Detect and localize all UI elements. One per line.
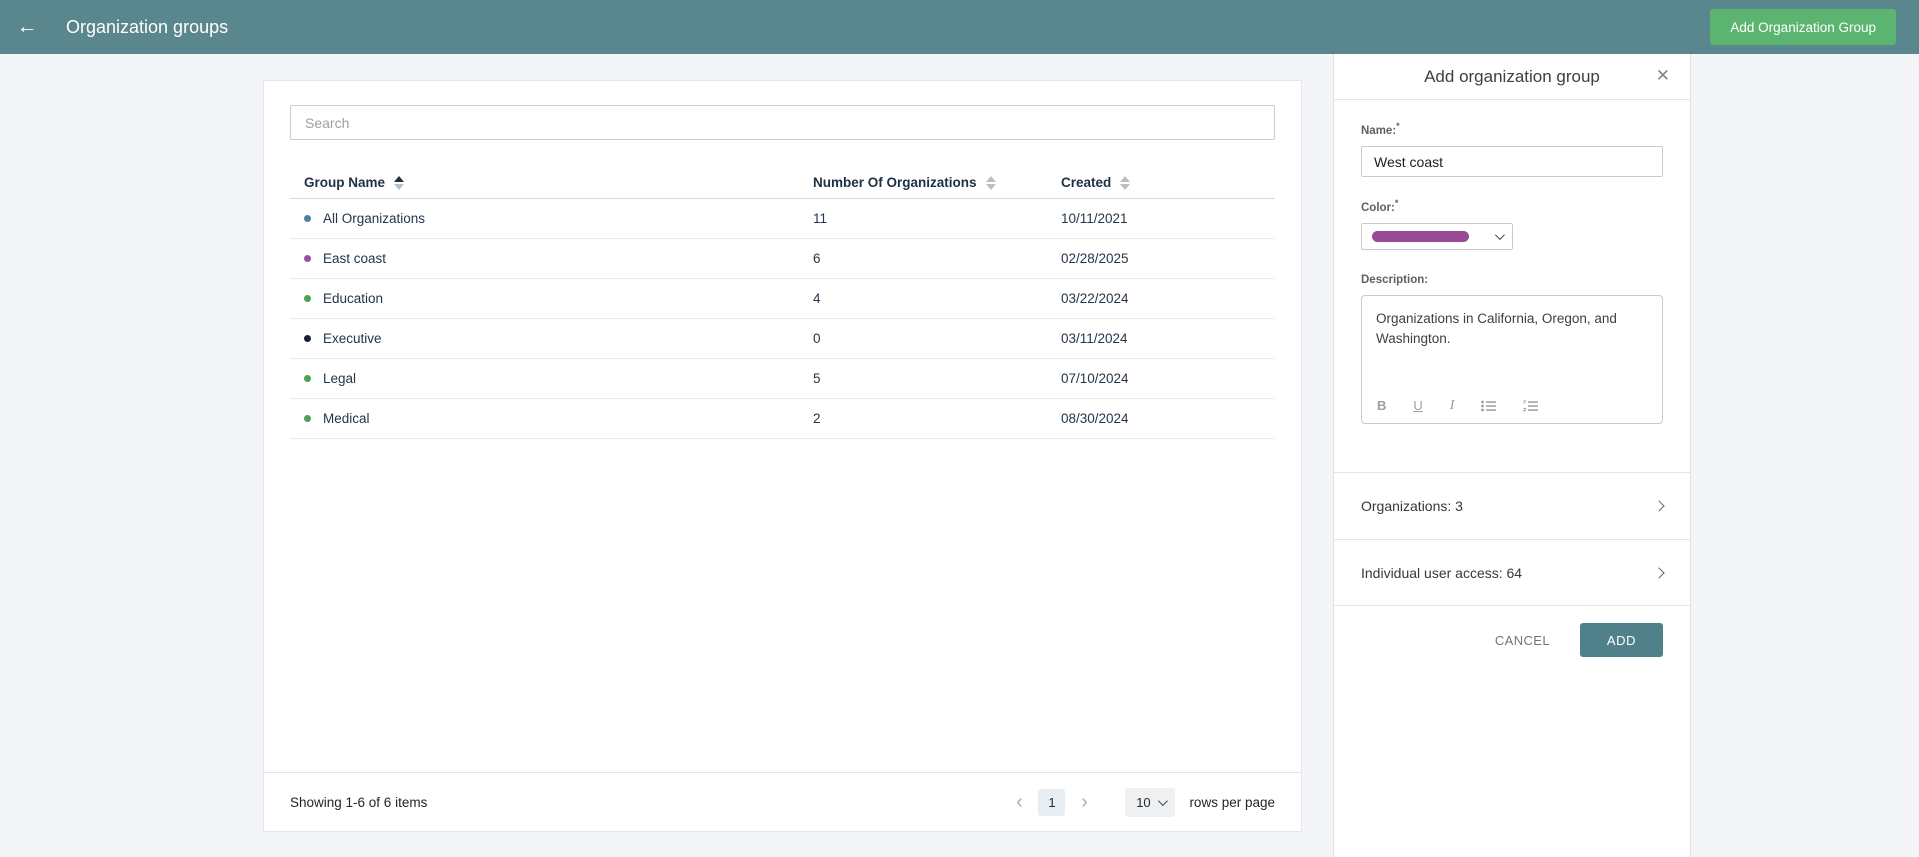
created-cell: 10/11/2021: [1047, 211, 1277, 226]
table-row[interactable]: Medical 2 08/30/2024: [290, 399, 1275, 439]
sort-icon: [1120, 176, 1130, 190]
color-dropdown[interactable]: [1361, 223, 1513, 250]
org-count-cell: 2: [799, 411, 1047, 426]
color-label: Color:*: [1361, 202, 1398, 214]
org-count-cell: 4: [799, 291, 1047, 306]
sort-ascending-icon: [394, 176, 404, 190]
previous-page-icon[interactable]: ‹: [1006, 789, 1032, 815]
column-label: Group Name: [304, 175, 385, 190]
description-text[interactable]: Organizations in California, Oregon, and…: [1376, 309, 1648, 349]
organization-groups-page: ← Organization groups Add Organization G…: [0, 0, 1919, 857]
next-page-icon[interactable]: ›: [1071, 789, 1097, 815]
organization-groups-table: Group Name Number Of Organizations Creat…: [290, 167, 1275, 439]
chevron-right-icon: [1653, 567, 1664, 578]
rows-per-page-select[interactable]: 10: [1125, 788, 1175, 817]
table-row[interactable]: Executive 0 03/11/2024: [290, 319, 1275, 359]
created-cell: 02/28/2025: [1047, 251, 1277, 266]
column-header-group-name[interactable]: Group Name: [290, 175, 799, 190]
group-name-cell: Executive: [290, 331, 799, 346]
group-name-cell: All Organizations: [290, 211, 799, 226]
name-label: Name:*: [1361, 125, 1400, 137]
column-label: Number Of Organizations: [813, 175, 977, 190]
created-cell: 03/11/2024: [1047, 331, 1277, 346]
underline-icon[interactable]: U: [1413, 398, 1422, 414]
page-number-button[interactable]: 1: [1038, 789, 1065, 816]
pagination-bar: Showing 1-6 of 6 items ‹ 1 › 10 rows per…: [264, 772, 1301, 831]
table-row[interactable]: Education 4 03/22/2024: [290, 279, 1275, 319]
organizations-count-label: Organizations: 3: [1361, 498, 1463, 514]
organizations-link-row[interactable]: Organizations: 3: [1334, 472, 1690, 539]
group-name: East coast: [323, 251, 386, 266]
group-name: Legal: [323, 371, 356, 386]
panel-header: Add organization group ✕: [1334, 54, 1690, 100]
bold-icon[interactable]: B: [1377, 398, 1386, 414]
richtext-toolbar: B U I: [1377, 398, 1538, 414]
table-row[interactable]: All Organizations 11 10/11/2021: [290, 199, 1275, 239]
description-label: Description:: [1361, 274, 1428, 286]
group-name: Medical: [323, 411, 370, 426]
group-color-dot: [304, 335, 311, 342]
numbered-list-icon[interactable]: [1523, 400, 1538, 412]
top-bar: ← Organization groups Add Organization G…: [0, 0, 1919, 54]
group-color-dot: [304, 255, 311, 262]
created-cell: 08/30/2024: [1047, 411, 1277, 426]
column-header-created[interactable]: Created: [1047, 175, 1277, 190]
chevron-down-icon: [1495, 230, 1505, 240]
color-field-group: Color:*: [1361, 198, 1663, 250]
chevron-right-icon: [1653, 500, 1664, 511]
search-input[interactable]: [290, 105, 1275, 140]
cancel-button[interactable]: CANCEL: [1495, 633, 1550, 648]
group-name-cell: Legal: [290, 371, 799, 386]
back-arrow-icon[interactable]: ←: [0, 0, 54, 54]
group-name: Executive: [323, 331, 382, 346]
group-name-cell: Education: [290, 291, 799, 306]
created-cell: 03/22/2024: [1047, 291, 1277, 306]
group-color-dot: [304, 415, 311, 422]
close-icon[interactable]: ✕: [1656, 66, 1670, 86]
organization-groups-card: Group Name Number Of Organizations Creat…: [263, 80, 1302, 832]
description-editor[interactable]: Organizations in California, Oregon, and…: [1361, 295, 1663, 424]
add-button[interactable]: ADD: [1580, 623, 1663, 657]
add-organization-group-panel: Add organization group ✕ Name:* Color:* …: [1333, 54, 1691, 857]
table-row[interactable]: Legal 5 07/10/2024: [290, 359, 1275, 399]
selected-color-swatch: [1372, 231, 1469, 242]
column-header-number-of-organizations[interactable]: Number Of Organizations: [799, 175, 1047, 190]
chevron-down-icon: [1158, 796, 1168, 806]
table-row[interactable]: East coast 6 02/28/2025: [290, 239, 1275, 279]
org-count-cell: 6: [799, 251, 1047, 266]
group-color-dot: [304, 295, 311, 302]
created-cell: 07/10/2024: [1047, 371, 1277, 386]
panel-footer: CANCEL ADD: [1361, 623, 1663, 657]
description-field-group: Description: Organizations in California…: [1361, 270, 1663, 424]
sort-icon: [986, 176, 996, 190]
org-count-cell: 5: [799, 371, 1047, 386]
name-field-group: Name:*: [1361, 121, 1663, 177]
name-input[interactable]: [1361, 146, 1663, 177]
org-count-cell: 11: [799, 211, 1047, 226]
org-count-cell: 0: [799, 331, 1047, 346]
group-name: Education: [323, 291, 383, 306]
page-title: Organization groups: [66, 17, 228, 38]
panel-title: Add organization group: [1424, 67, 1600, 87]
panel-link-rows: Organizations: 3 Individual user access:…: [1361, 472, 1663, 606]
individual-user-access-link-row[interactable]: Individual user access: 64: [1334, 539, 1690, 606]
group-color-dot: [304, 215, 311, 222]
individual-user-access-label: Individual user access: 64: [1361, 565, 1522, 581]
bullet-list-icon[interactable]: [1481, 400, 1496, 412]
group-name-cell: Medical: [290, 411, 799, 426]
group-name-cell: East coast: [290, 251, 799, 266]
group-color-dot: [304, 375, 311, 382]
group-name: All Organizations: [323, 211, 425, 226]
rows-per-page-value: 10: [1136, 795, 1150, 810]
column-label: Created: [1061, 175, 1111, 190]
pagination-controls: ‹ 1 › 10 rows per page: [1006, 788, 1275, 817]
pagination-summary: Showing 1-6 of 6 items: [290, 795, 427, 810]
italic-icon[interactable]: I: [1450, 398, 1455, 414]
add-organization-group-button[interactable]: Add Organization Group: [1710, 9, 1896, 45]
table-header-row: Group Name Number Of Organizations Creat…: [290, 167, 1275, 199]
rows-per-page-label: rows per page: [1189, 795, 1275, 810]
